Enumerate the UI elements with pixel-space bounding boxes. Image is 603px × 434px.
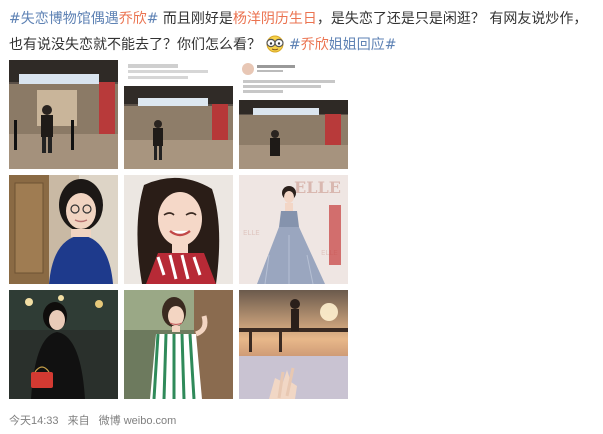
link-yangyang-birthday[interactable]: 杨洋阴历生日 [233,11,317,27]
sunset-silhouette-photo[interactable] [239,290,348,399]
glasses-selfie-photo[interactable] [9,175,118,284]
post-footer: 今天14:33 来自 微博 weibo.com [9,412,182,428]
comment-screenshot-photo[interactable] [239,60,348,169]
hashtag-response-name[interactable]: 乔欣 [301,37,329,53]
sunglasses-emoji-icon [266,35,284,53]
hashtag-museum-qiaoxin[interactable]: #失恋博物馆偶遇乔欣# [9,11,158,27]
hashtag-response-suffix[interactable]: 姐姐回应# [329,37,397,53]
street-night-photo[interactable] [9,290,118,399]
hashtag-qiaoxin-name[interactable]: 乔欣 [119,11,147,27]
hashtag-response[interactable]: #乔欣姐姐回应# [289,37,396,53]
museum-entrance-photo[interactable] [9,60,118,169]
source-link[interactable]: 微博 weibo.com [99,415,177,427]
smiling-portrait-photo[interactable] [124,175,233,284]
post-text-segment-1: 而且刚好是 [158,11,233,27]
source-prefix: 来自 [67,415,90,427]
svg-text:ELLE: ELLE [243,229,260,237]
hashtag-museum-suffix[interactable]: # [147,11,159,27]
image-grid: ELLE ELLE ELLE [9,60,348,399]
post-timestamp[interactable]: 今天14:33 [9,415,59,427]
hashtag-response-prefix[interactable]: # [289,37,301,53]
hashtag-museum-prefix[interactable]: #失恋博物馆偶遇 [9,11,119,27]
museum-entrance-screenshot[interactable] [124,60,233,169]
post-text: #失恋博物馆偶遇乔欣# 而且刚好是杨洋阴历生日，是失恋了还是只是闲逛？ 有网友说… [9,6,594,58]
red-carpet-gown-photo[interactable]: ELLE ELLE ELLE [239,175,348,284]
striped-dress-photo[interactable] [124,290,233,399]
svg-text:ELLE: ELLE [294,178,341,197]
